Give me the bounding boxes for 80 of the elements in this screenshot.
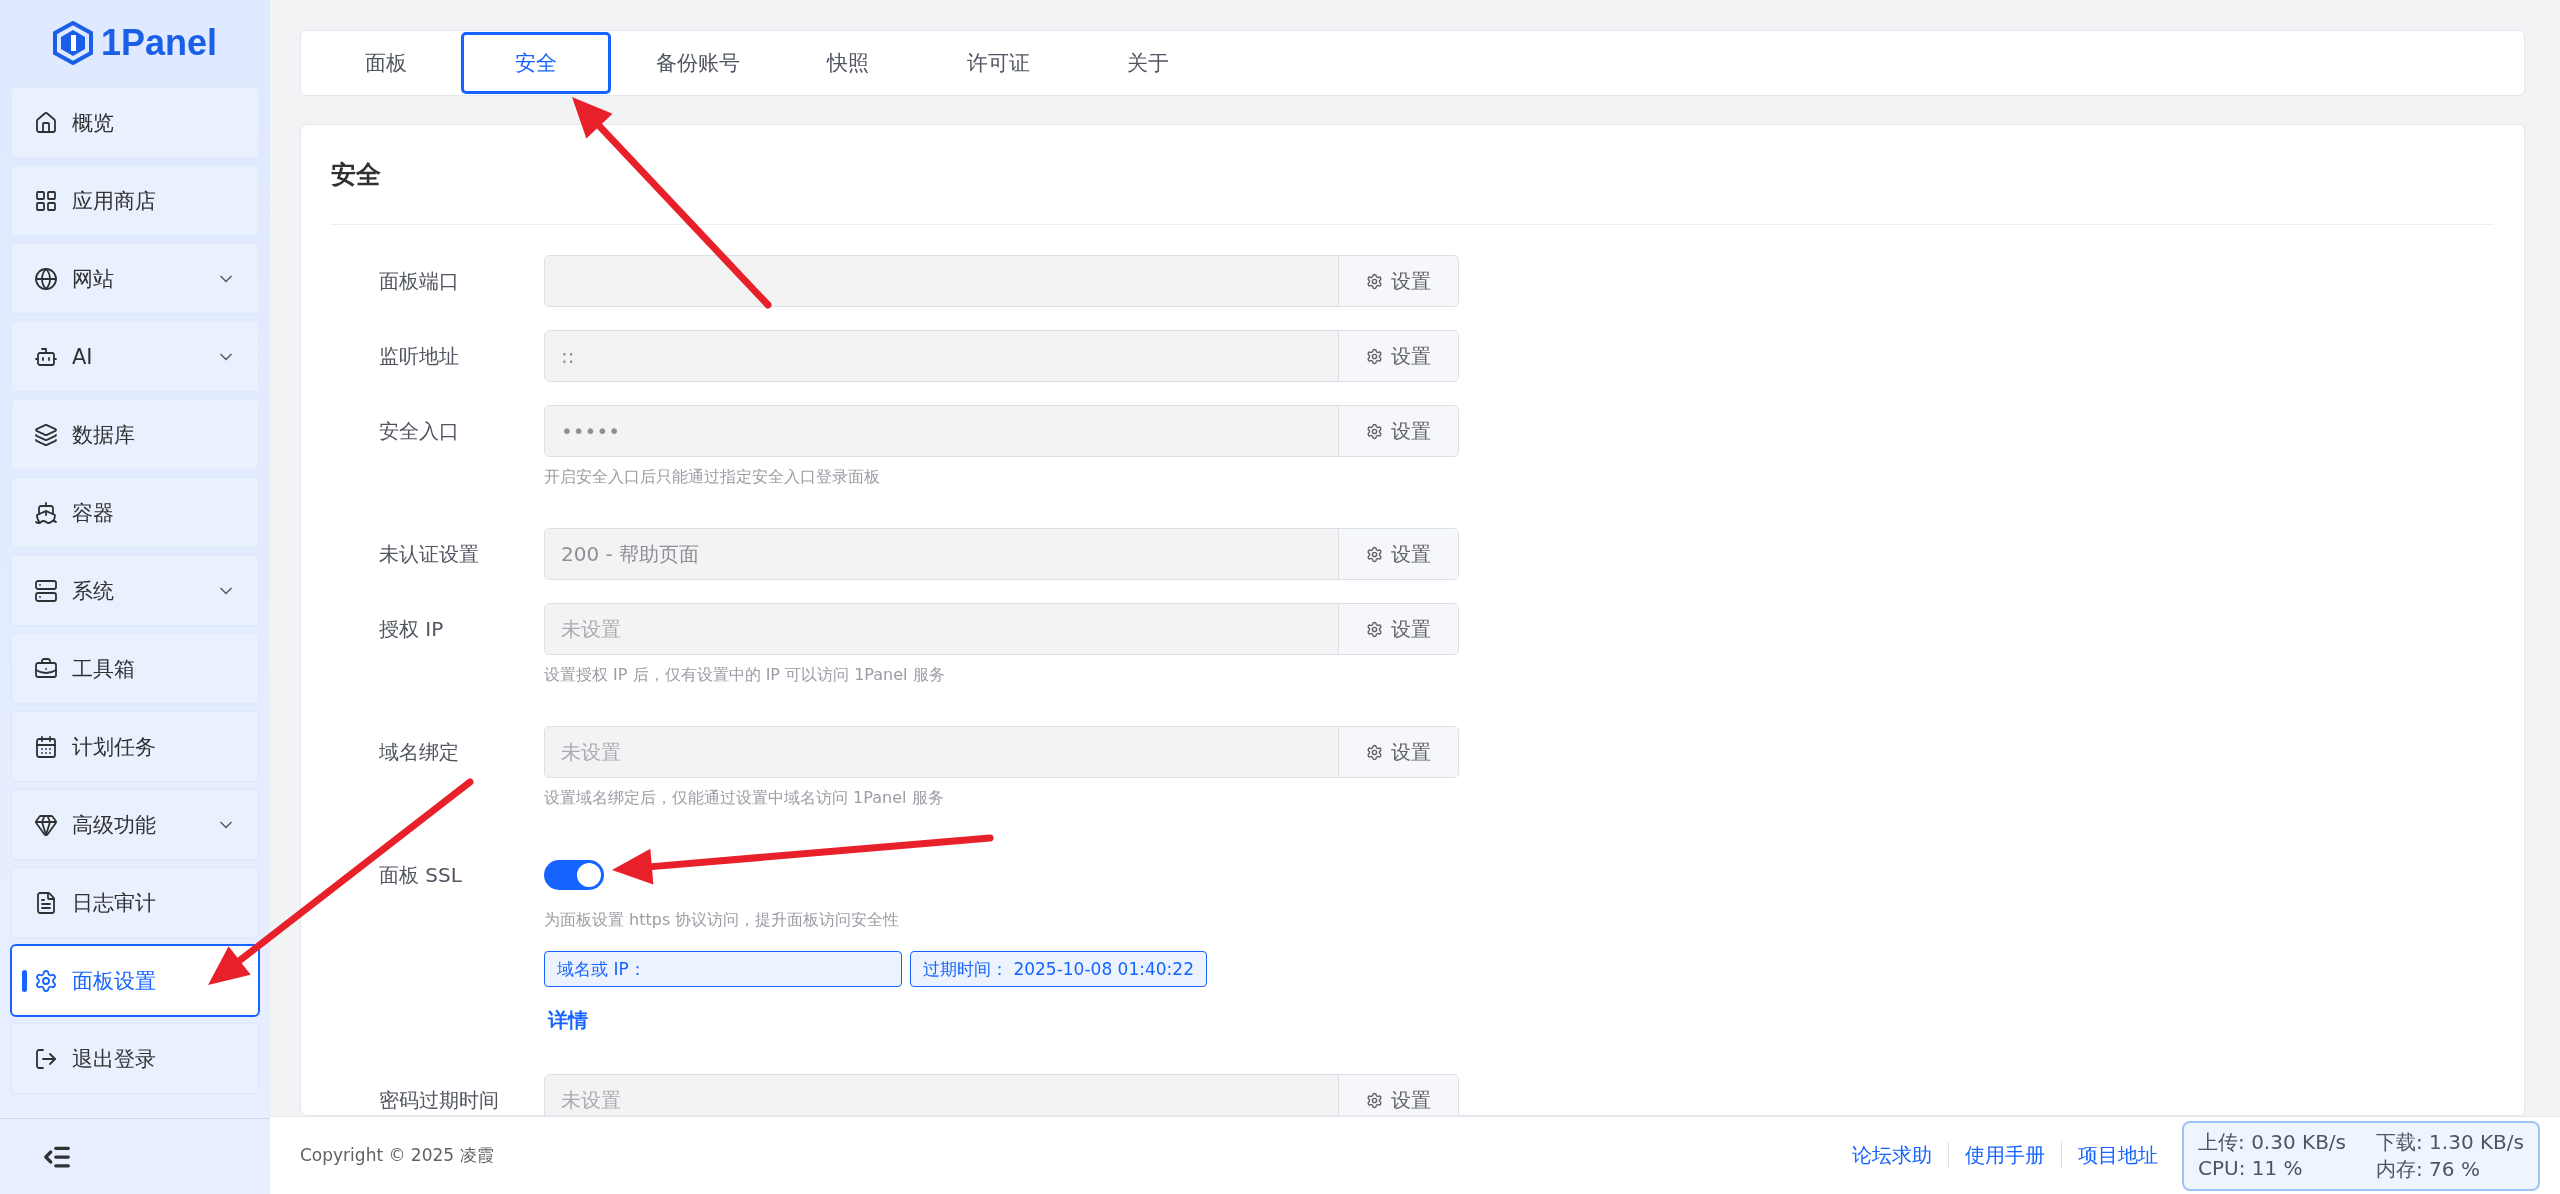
section-title: 安全 xyxy=(331,125,2494,225)
field-hint: 为面板设置 https 协议访问，提升面板访问安全性 xyxy=(544,910,901,931)
settings-icon xyxy=(1366,743,1383,761)
menu-icon xyxy=(34,266,58,291)
settings-button[interactable]: 设置 xyxy=(1338,727,1458,777)
sidebar-item[interactable]: 系统 xyxy=(10,554,260,627)
upload-speed: 上传: 0.30 KB/s xyxy=(2198,1128,2346,1156)
download-speed: 下载: 1.30 KB/s xyxy=(2376,1128,2524,1156)
info-tag: 过期时间： 2025-10-08 01:40:22 xyxy=(910,951,1207,987)
menu-icon xyxy=(34,500,58,525)
field-label: 密码过期时间 xyxy=(379,1086,500,1114)
settings-button[interactable]: 设置 xyxy=(1338,529,1458,579)
field-hint: 设置域名绑定后，仅能通过设置中域名访问 1Panel 服务 xyxy=(544,788,945,809)
sidebar-item[interactable]: 计划任务 xyxy=(10,710,260,783)
footer-link[interactable]: 使用手册 xyxy=(1949,1142,2063,1169)
field-hint: 开启安全入口后只能通过指定安全入口登录面板 xyxy=(544,467,881,488)
menu-icon xyxy=(34,578,58,603)
logo-text: 1Panel xyxy=(100,22,218,64)
settings-icon xyxy=(1366,620,1383,638)
tab[interactable]: 面板 xyxy=(311,32,461,94)
field-label: 授权 IP xyxy=(379,615,445,643)
input-field[interactable]: 未设置 设置 xyxy=(544,1074,1459,1115)
copyright-text: Copyright © 2025 凌霞 xyxy=(300,1144,495,1167)
settings-button[interactable]: 设置 xyxy=(1338,604,1458,654)
sidebar-item[interactable]: 面板设置 xyxy=(10,944,260,1017)
sidebar-item[interactable]: 数据库 xyxy=(10,398,260,471)
menu-icon xyxy=(34,812,58,837)
input-field[interactable]: 设置 xyxy=(544,255,1459,307)
input-field[interactable]: :: 设置 xyxy=(544,330,1459,382)
settings-icon xyxy=(1366,422,1383,440)
sidebar-item[interactable]: AI xyxy=(10,320,260,393)
field-hint: 设置授权 IP 后，仅有设置中的 IP 可以访问 1Panel 服务 xyxy=(544,665,946,686)
settings-button[interactable]: 设置 xyxy=(1338,331,1458,381)
menu-icon xyxy=(34,968,58,993)
menu-icon xyxy=(34,110,58,135)
details-link[interactable]: 详情 xyxy=(544,1007,588,1034)
settings-button[interactable]: 设置 xyxy=(1338,1075,1458,1115)
menu-icon xyxy=(34,188,58,213)
active-indicator xyxy=(22,969,27,992)
tab[interactable]: 许可证 xyxy=(923,32,1073,94)
sidebar-item[interactable]: 工具箱 xyxy=(10,632,260,705)
sidebar-item[interactable]: 概览 xyxy=(10,86,260,159)
toggle-switch[interactable] xyxy=(544,860,604,890)
settings-icon xyxy=(1366,272,1383,290)
menu-icon xyxy=(34,734,58,759)
logo-icon xyxy=(52,21,93,65)
sidebar-item[interactable]: 应用商店 xyxy=(10,164,260,237)
tab[interactable]: 备份账号 xyxy=(623,32,773,94)
tab[interactable]: 快照 xyxy=(773,32,923,94)
settings-icon xyxy=(1366,545,1383,563)
sidebar-item[interactable]: 退出登录 xyxy=(10,1022,260,1095)
menu-icon xyxy=(34,890,58,915)
input-field[interactable]: ••••• 设置 xyxy=(544,405,1459,457)
sidebar-item[interactable]: 网站 xyxy=(10,242,260,315)
field-label: 安全入口 xyxy=(379,417,460,445)
input-field[interactable]: 200 - 帮助页面 设置 xyxy=(544,528,1459,580)
settings-button[interactable]: 设置 xyxy=(1338,256,1458,306)
field-label: 面板端口 xyxy=(379,267,460,295)
footer-link[interactable]: 论坛求助 xyxy=(1836,1142,1950,1169)
sidebar-item[interactable]: 容器 xyxy=(10,476,260,549)
tab[interactable]: 关于 xyxy=(1073,32,1223,94)
field-label: 域名绑定 xyxy=(379,738,460,766)
input-field[interactable]: 未设置 设置 xyxy=(544,726,1459,778)
footer-link[interactable]: 项目地址 xyxy=(2062,1142,2175,1169)
field-label: 面板 SSL xyxy=(379,861,463,889)
field-label: 监听地址 xyxy=(379,342,460,370)
input-field[interactable]: 未设置 设置 xyxy=(544,603,1459,655)
settings-icon xyxy=(1366,1091,1383,1109)
cpu-usage: CPU: 11 % xyxy=(2198,1155,2304,1182)
settings-icon xyxy=(1366,347,1383,365)
sidebar-item[interactable]: 高级功能 xyxy=(10,788,260,861)
sidebar-item[interactable]: 日志审计 xyxy=(10,866,260,939)
memory-usage: 内存: 76 % xyxy=(2376,1155,2481,1183)
tab[interactable]: 安全 xyxy=(461,32,611,94)
menu-icon xyxy=(34,422,58,447)
menu-icon xyxy=(34,656,58,681)
info-tag: 域名或 IP： xyxy=(544,951,902,987)
field-label: 未认证设置 xyxy=(379,540,480,568)
menu-icon xyxy=(34,1046,58,1071)
settings-button[interactable]: 设置 xyxy=(1338,406,1458,456)
